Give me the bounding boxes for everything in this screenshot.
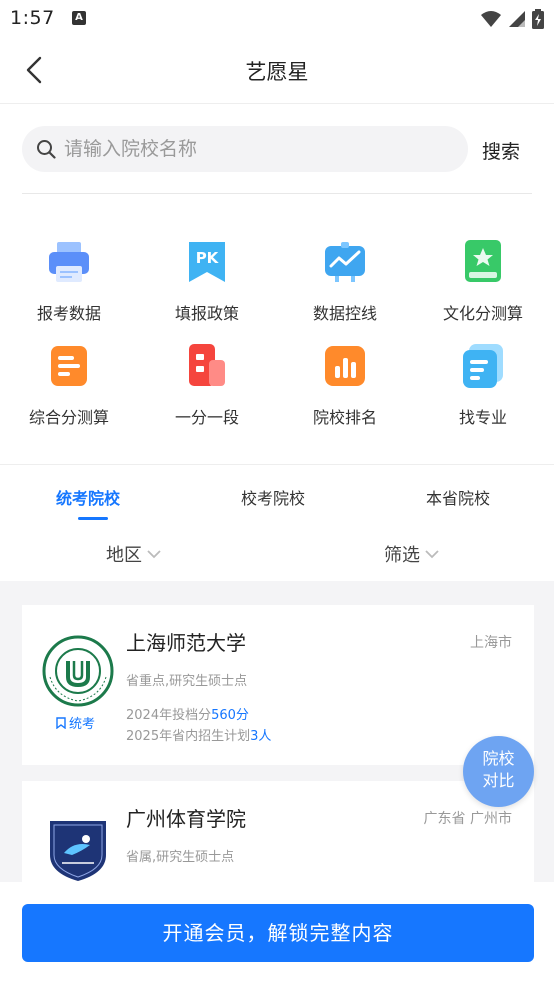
school-type-tabs: 统考院校 校考院校 本省院校 — [0, 465, 554, 525]
battery-icon — [532, 9, 544, 29]
nav-bar: 艺愿星 — [0, 38, 554, 104]
school-tags: 省属,研究生硕士点 — [126, 850, 235, 865]
printer-icon — [45, 238, 93, 286]
menu-item-school-ranking[interactable]: 院校排名 — [276, 334, 414, 434]
score-label: 2024年投档分 — [126, 708, 212, 723]
page-title: 艺愿星 — [245, 60, 309, 84]
search-box[interactable] — [22, 126, 468, 172]
status-indicators — [480, 9, 544, 29]
search-input[interactable] — [64, 138, 424, 160]
menu-item-composite-score[interactable]: 综合分测算 — [0, 334, 138, 434]
chevron-down-icon — [147, 550, 161, 559]
signal-icon — [509, 11, 525, 27]
score-line: 2024年投档分560分 — [126, 704, 249, 723]
list-doc-icon — [45, 342, 93, 390]
exam-type-badge: 统考 — [56, 713, 95, 732]
school-name: 广州体育学院 — [126, 807, 246, 831]
search-icon — [37, 140, 56, 159]
compare-schools-button[interactable]: 院校 对比 — [463, 736, 534, 807]
menu-item-label: 综合分测算 — [28, 408, 109, 427]
book-star-icon — [459, 238, 507, 286]
region-filter[interactable]: 地区 — [106, 541, 162, 567]
menu-item-label: 填报政策 — [174, 304, 239, 323]
school-card[interactable]: 广州体育学院 广东省 广州市 省属,研究生硕士点 — [22, 781, 534, 891]
bar-chart-icon — [321, 342, 369, 390]
pk-icon: PK — [183, 238, 231, 286]
compare-label-line1: 院校 — [482, 749, 515, 768]
screen-filter[interactable]: 筛选 — [384, 541, 440, 567]
school-city: 广东省 广州市 — [423, 811, 512, 827]
chevron-down-icon — [425, 550, 439, 559]
menu-item-score-segment[interactable]: 一分一段 — [138, 334, 276, 434]
school-city: 上海市 — [470, 635, 512, 651]
school-name: 上海师范大学 — [126, 631, 246, 655]
school-logo — [42, 811, 114, 883]
svg-text:PK: PK — [196, 249, 220, 267]
menu-item-find-major[interactable]: 找专业 — [414, 334, 552, 434]
menu-item-label: 院校排名 — [312, 408, 377, 427]
menu-item-label: 找专业 — [458, 408, 507, 427]
divider — [22, 193, 532, 194]
exam-type-label: 统考 — [69, 717, 96, 732]
bookmark-icon — [56, 716, 66, 729]
tab-unified-exam[interactable]: 统考院校 — [56, 485, 120, 509]
plan-value: 3人 — [250, 729, 272, 744]
region-filter-label: 地区 — [106, 545, 142, 566]
school-tags: 省重点,研究生硕士点 — [126, 674, 248, 689]
segment-doc-icon — [183, 342, 231, 390]
menu-item-control-line[interactable]: 数据控线 — [276, 230, 414, 330]
menu-item-culture-score[interactable]: 文化分测算 — [414, 230, 552, 330]
menu-item-label: 报考数据 — [36, 304, 101, 323]
unlock-membership-button[interactable]: 开通会员，解锁完整内容 — [22, 904, 534, 962]
status-bar: 1:57 A — [0, 0, 554, 38]
search-section: 搜索 — [0, 104, 554, 194]
score-value: 560分 — [211, 708, 249, 723]
menu-item-policy[interactable]: PK 填报政策 — [138, 230, 276, 330]
tab-local-province[interactable]: 本省院校 — [426, 485, 490, 509]
bottom-panel: 开通会员，解锁完整内容 — [0, 882, 554, 984]
menu-item-label: 文化分测算 — [442, 304, 523, 323]
menu-item-label: 数据控线 — [312, 304, 377, 323]
wifi-icon — [481, 11, 501, 27]
status-time: 1:57 — [10, 7, 55, 29]
feature-grid: 报考数据 PK 填报政策 数据控线 文化分测算 综合分测算 一分一段 院校排名 … — [0, 230, 554, 440]
menu-item-label: 一分一段 — [174, 408, 239, 427]
school-logo — [42, 635, 114, 707]
search-button[interactable]: 搜索 — [482, 137, 520, 164]
compare-label-line2: 对比 — [482, 771, 515, 790]
notification-icon: A — [72, 11, 86, 25]
tab-school-exam[interactable]: 校考院校 — [241, 485, 305, 509]
school-card[interactable]: 上海师范大学 上海市 省重点,研究生硕士点 2024年投档分560分 2025年… — [22, 605, 534, 765]
major-doc-icon — [459, 342, 507, 390]
plan-label: 2025年省内招生计划 — [126, 729, 251, 744]
active-tab-indicator — [78, 517, 108, 520]
chart-board-icon — [321, 238, 369, 286]
screen-filter-label: 筛选 — [384, 545, 420, 566]
plan-line: 2025年省内招生计划3人 — [126, 725, 271, 744]
menu-item-report-data[interactable]: 报考数据 — [0, 230, 138, 330]
filter-bar: 地区 筛选 — [0, 525, 554, 581]
